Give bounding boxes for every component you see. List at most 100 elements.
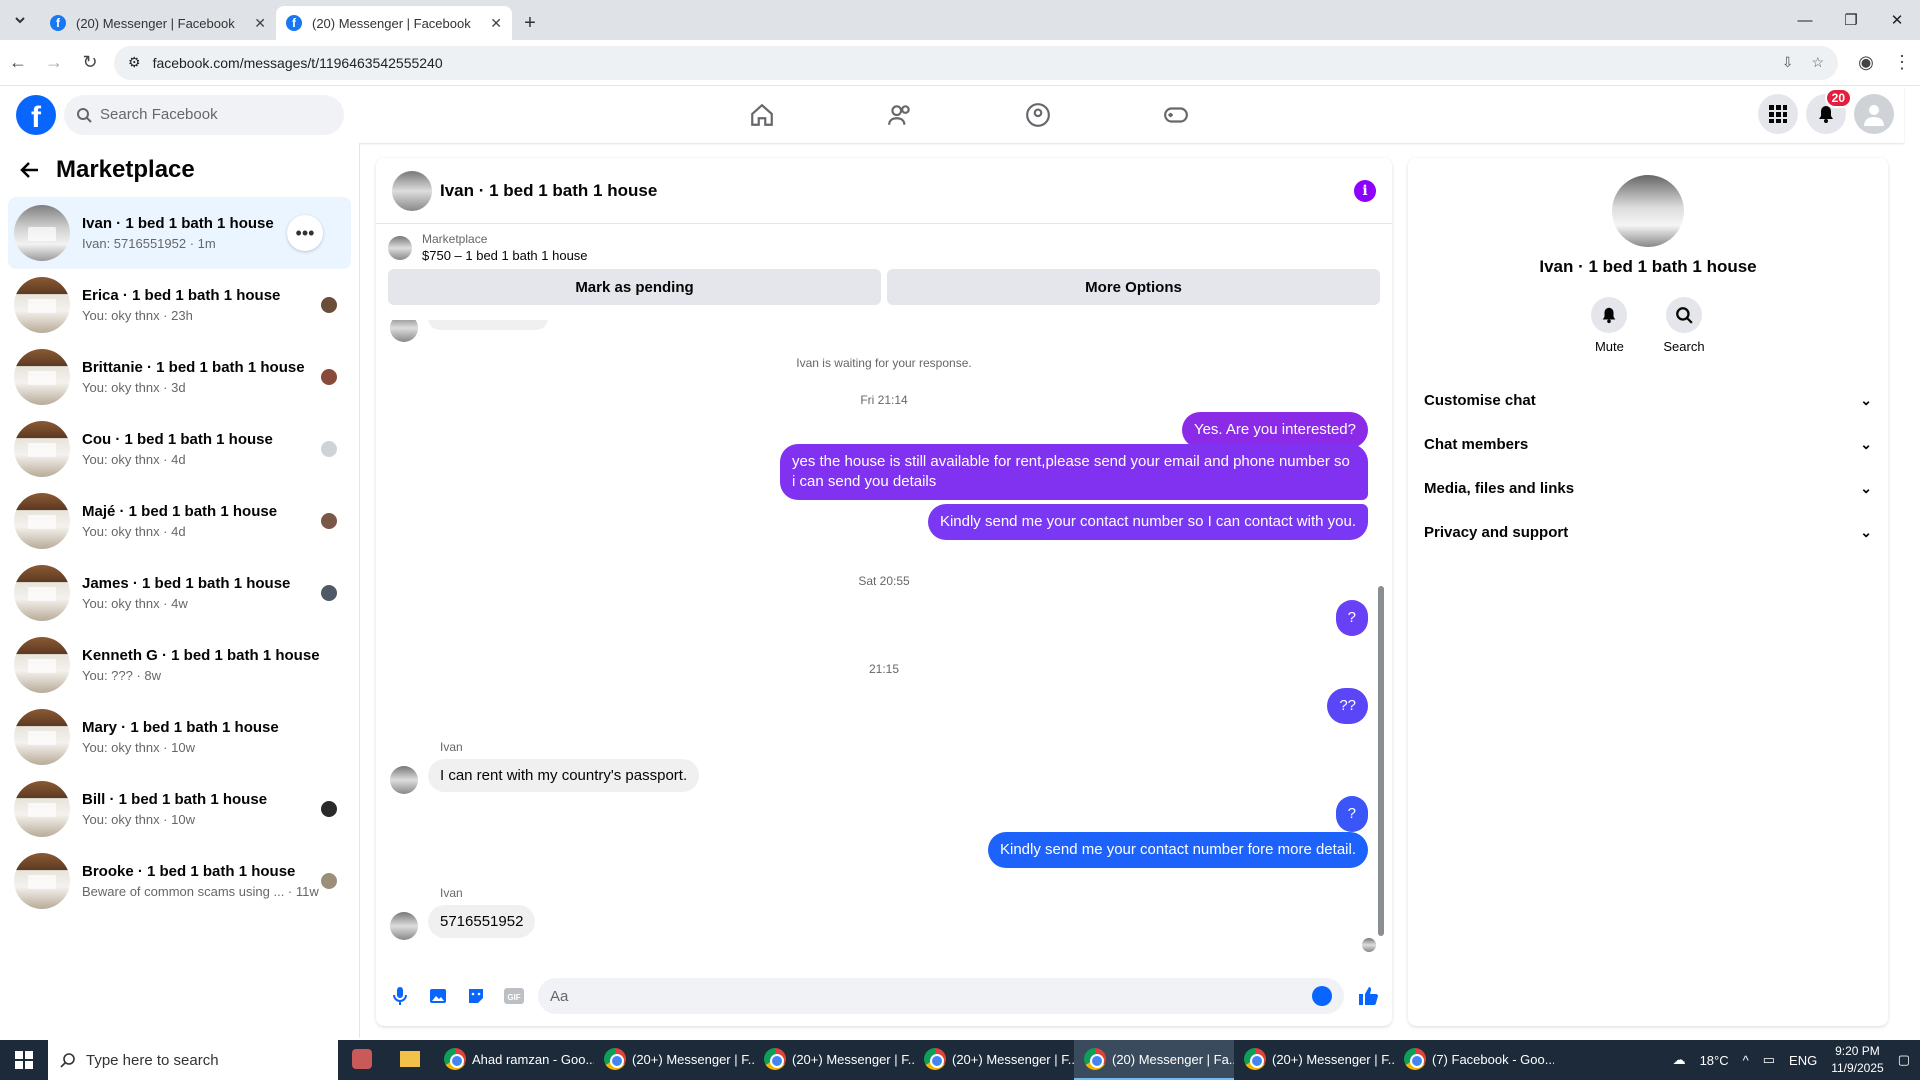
notification-center-icon[interactable]: ▢ (1898, 1052, 1910, 1068)
listing-thumbnail (14, 637, 70, 693)
clock[interactable]: 9:20 PM 11/9/2025 (1831, 1043, 1884, 1077)
restore-button[interactable]: ❐ (1828, 0, 1874, 40)
listing-thumbnail (14, 853, 70, 909)
account-button[interactable] (1854, 94, 1894, 134)
gif-icon[interactable]: GIF (500, 982, 528, 1010)
chat-members-section[interactable]: Chat members ⌄ (1408, 422, 1888, 466)
message-bubble-in[interactable]: I can rent with my country's passport. (428, 759, 700, 792)
start-button[interactable] (0, 1040, 48, 1080)
taskbar-file-explorer[interactable] (386, 1040, 434, 1080)
reload-button[interactable]: ↻ (72, 45, 108, 81)
taskbar-app[interactable]: (20+) Messenger | F... (914, 1040, 1074, 1080)
conversation-item[interactable]: Brittanie · 1 bed 1 bath 1 house You: oky… (8, 341, 351, 413)
back-arrow-icon[interactable] (20, 160, 40, 180)
forward-button[interactable]: → (36, 45, 72, 81)
bookmark-star-icon[interactable]: ☆ (1811, 54, 1824, 71)
network-icon[interactable]: ▭ (1763, 1052, 1775, 1068)
message-bubble-out[interactable]: ?? (1327, 688, 1368, 724)
conversation-item[interactable]: Ivan · 1 bed 1 bath 1 house Ivan: 5716551… (8, 197, 351, 269)
taskbar-app[interactable]: Ahad ramzan - Goo... (434, 1040, 594, 1080)
tab-search-button[interactable] (0, 0, 40, 40)
message-bubble-out[interactable]: Kindly send me your contact number fore … (987, 832, 1368, 868)
conversation-item[interactable]: Mary · 1 bed 1 bath 1 house You: oky thnx… (8, 701, 351, 773)
menu-button[interactable] (1758, 94, 1798, 134)
nav-home[interactable] (693, 86, 831, 143)
close-icon[interactable]: ✕ (490, 15, 502, 32)
more-options-button[interactable]: ••• (287, 215, 323, 251)
back-button[interactable]: ← (0, 45, 36, 81)
message-scrollbar[interactable] (1376, 326, 1386, 954)
chat-title[interactable]: Ivan · 1 bed 1 bath 1 house (440, 181, 657, 201)
facebook-logo[interactable]: f (16, 94, 56, 135)
taskbar-app-misc[interactable] (338, 1040, 386, 1080)
chat-avatar[interactable] (392, 170, 432, 211)
sticker-icon[interactable] (462, 982, 490, 1010)
conversation-item[interactable]: Kenneth G · 1 bed 1 bath 1 house You: ???… (8, 629, 351, 701)
message-bubble-out[interactable]: Kindly send me your contact number so I … (927, 504, 1368, 540)
mark-pending-button[interactable]: Mark as pending (388, 269, 881, 305)
media-files-links-section[interactable]: Media, files and links ⌄ (1408, 466, 1888, 510)
privacy-support-section[interactable]: Privacy and support ⌄ (1408, 510, 1888, 554)
conversation-title: Erica · 1 bed 1 bath 1 house (82, 287, 281, 304)
nav-friends[interactable] (831, 86, 969, 143)
conversation-item[interactable]: James · 1 bed 1 bath 1 house You: oky thn… (8, 557, 351, 629)
conversation-item[interactable]: Brooke · 1 bed 1 bath 1 house Beware of c… (8, 845, 351, 917)
scrollbar-thumb[interactable] (1378, 586, 1384, 936)
message-bubble-in[interactable]: 5716551952 (428, 905, 536, 938)
browser-tab-1[interactable]: f (20) Messenger | Facebook ✕ (40, 6, 276, 40)
search-icon (60, 1053, 75, 1068)
url-field[interactable]: ⚙ facebook.com/messages/t/11964635425552… (114, 45, 1838, 80)
details-avatar[interactable] (1612, 175, 1684, 247)
search-conversation-button[interactable]: Search (1663, 297, 1705, 354)
facebook-favicon-icon: f (50, 15, 66, 31)
nav-groups[interactable] (969, 86, 1107, 143)
windows-taskbar: Type here to search Ahad ramzan - Goo...… (0, 1040, 1920, 1080)
mute-button[interactable]: Mute (1591, 297, 1628, 354)
new-tab-button[interactable]: + (512, 6, 548, 40)
temperature[interactable]: 18°C (1700, 1053, 1729, 1068)
minimize-button[interactable]: — (1782, 0, 1828, 40)
browser-menu-icon[interactable]: ⋮ (1884, 45, 1920, 81)
message-bubble-out[interactable]: ? (1335, 600, 1368, 636)
listing-price-title[interactable]: $750 – 1 bed 1 bath 1 house (422, 248, 588, 263)
profile-icon[interactable]: ◉ (1848, 45, 1884, 81)
conversation-item[interactable]: Majé · 1 bed 1 bath 1 house You: oky thnx… (8, 485, 351, 557)
more-options-button[interactable]: More Options (887, 269, 1380, 305)
site-info-icon[interactable]: ⚙ (128, 54, 141, 71)
conversation-item[interactable]: Bill · 1 bed 1 bath 1 house You: oky thnx… (8, 773, 351, 845)
section-label: Chat members (1424, 435, 1529, 453)
taskbar-app[interactable]: (20+) Messenger | F... (1234, 1040, 1394, 1080)
notifications-button[interactable]: 20 (1806, 88, 1852, 134)
taskbar-app-active[interactable]: (20) Messenger | Fa... (1074, 1040, 1234, 1080)
weather-icon[interactable]: ☁ (1673, 1052, 1686, 1068)
browser-tab-2[interactable]: f (20) Messenger | Facebook ✕ (276, 6, 512, 40)
conversation-item[interactable]: Cou · 1 bed 1 bath 1 house You: oky thnx … (8, 413, 351, 485)
mic-icon[interactable] (386, 982, 414, 1010)
taskbar-app[interactable]: (7) Facebook - Goo... (1394, 1040, 1554, 1080)
customise-chat-section[interactable]: Customise chat ⌄ (1408, 378, 1888, 422)
nav-gaming[interactable] (1107, 86, 1245, 143)
facebook-favicon-icon: f (286, 15, 302, 31)
conversation-item[interactable]: Erica · 1 bed 1 bath 1 house You: oky thn… (8, 269, 351, 341)
language-indicator[interactable]: ENG (1789, 1053, 1817, 1068)
listing-thumbnail (14, 493, 70, 549)
taskbar-app-label: (20+) Messenger | F... (1272, 1051, 1394, 1067)
message-bubble-out[interactable]: yes the house is still available for ren… (780, 444, 1368, 500)
close-window-button[interactable]: ✕ (1874, 0, 1920, 40)
close-icon[interactable]: ✕ (254, 15, 266, 32)
taskbar-app-label: (20+) Messenger | F... (952, 1051, 1074, 1067)
message-input[interactable]: Aa (538, 978, 1344, 1014)
info-icon[interactable]: i (1354, 179, 1376, 202)
message-bubble-out[interactable]: ? (1335, 796, 1368, 832)
taskbar-app[interactable]: (20+) Messenger | F... (594, 1040, 754, 1080)
chrome-icon (1084, 1048, 1106, 1070)
photo-icon[interactable] (424, 982, 452, 1010)
taskbar-app[interactable]: (20+) Messenger | F... (754, 1040, 914, 1080)
install-icon[interactable]: ⇩ (1782, 54, 1794, 71)
taskbar-search[interactable]: Type here to search (48, 1040, 338, 1080)
facebook-search-input[interactable]: Search Facebook (64, 94, 344, 135)
message-bubble-out[interactable]: Yes. Are you interested? (1181, 412, 1368, 448)
emoji-icon[interactable] (1312, 986, 1332, 1006)
chevron-up-icon[interactable]: ^ (1743, 1053, 1749, 1068)
thumbs-up-icon[interactable] (1354, 982, 1382, 1010)
